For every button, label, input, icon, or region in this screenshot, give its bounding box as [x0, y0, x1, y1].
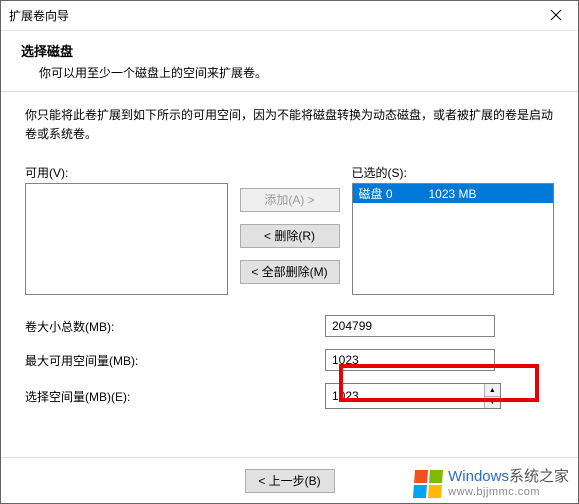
select-space-label: 选择空间量(MB)(E):	[25, 388, 325, 405]
available-listbox[interactable]	[25, 183, 228, 295]
available-column: 可用(V):	[25, 164, 228, 295]
list-item[interactable]: 磁盘 01023 MB	[353, 184, 554, 203]
instruction-text: 你只能将此卷扩展到如下所示的可用空间，因为不能将磁盘转换为动态磁盘，或者被扩展的…	[25, 106, 554, 144]
total-size-row: 卷大小总数(MB): 204799	[25, 315, 554, 337]
disk-selection-columns: 可用(V): 添加(A) > < 删除(R) < 全部删除(M) 已选的(S):…	[25, 164, 554, 295]
close-button[interactable]	[533, 1, 578, 31]
selected-listbox[interactable]: 磁盘 01023 MB	[352, 183, 555, 295]
max-space-label: 最大可用空间量(MB):	[25, 352, 325, 369]
select-space-spinner: ▲ ▼	[325, 383, 501, 409]
window-title: 扩展卷向导	[9, 7, 69, 24]
max-space-value: 1023	[325, 349, 495, 371]
spinner-down[interactable]: ▼	[485, 397, 500, 409]
total-size-value: 204799	[325, 315, 495, 337]
remove-button[interactable]: < 删除(R)	[240, 224, 340, 248]
chevron-up-icon: ▲	[489, 387, 496, 394]
close-icon	[550, 8, 562, 24]
max-space-row: 最大可用空间量(MB): 1023	[25, 349, 554, 371]
add-button[interactable]: 添加(A) >	[240, 188, 340, 212]
content-area: 你只能将此卷扩展到如下所示的可用空间，因为不能将磁盘转换为动态磁盘，或者被扩展的…	[1, 92, 578, 457]
spinner-buttons: ▲ ▼	[484, 384, 500, 408]
total-size-label: 卷大小总数(MB):	[25, 318, 325, 335]
select-space-input[interactable]	[326, 384, 484, 408]
wizard-window: 扩展卷向导 选择磁盘 你可以用至少一个磁盘上的空间来扩展卷。 你只能将此卷扩展到…	[0, 0, 579, 504]
chevron-down-icon: ▼	[489, 399, 496, 406]
page-subtext: 你可以用至少一个磁盘上的空间来扩展卷。	[21, 64, 558, 81]
footer: < 上一步(B)	[1, 457, 578, 503]
spinner-up[interactable]: ▲	[485, 384, 500, 397]
transfer-buttons: 添加(A) > < 删除(R) < 全部删除(M)	[240, 164, 340, 295]
selected-label: 已选的(S):	[352, 164, 555, 181]
remove-all-button[interactable]: < 全部删除(M)	[240, 260, 340, 284]
page-heading: 选择磁盘	[21, 41, 558, 60]
available-label: 可用(V):	[25, 164, 228, 181]
header-area: 选择磁盘 你可以用至少一个磁盘上的空间来扩展卷。	[1, 31, 578, 92]
selected-column: 已选的(S): 磁盘 01023 MB	[352, 164, 555, 295]
size-fields: 卷大小总数(MB): 204799 最大可用空间量(MB): 1023 选择空间…	[25, 315, 554, 409]
titlebar: 扩展卷向导	[1, 1, 578, 31]
select-space-row: 选择空间量(MB)(E): ▲ ▼	[25, 383, 554, 409]
back-button[interactable]: < 上一步(B)	[245, 469, 335, 493]
